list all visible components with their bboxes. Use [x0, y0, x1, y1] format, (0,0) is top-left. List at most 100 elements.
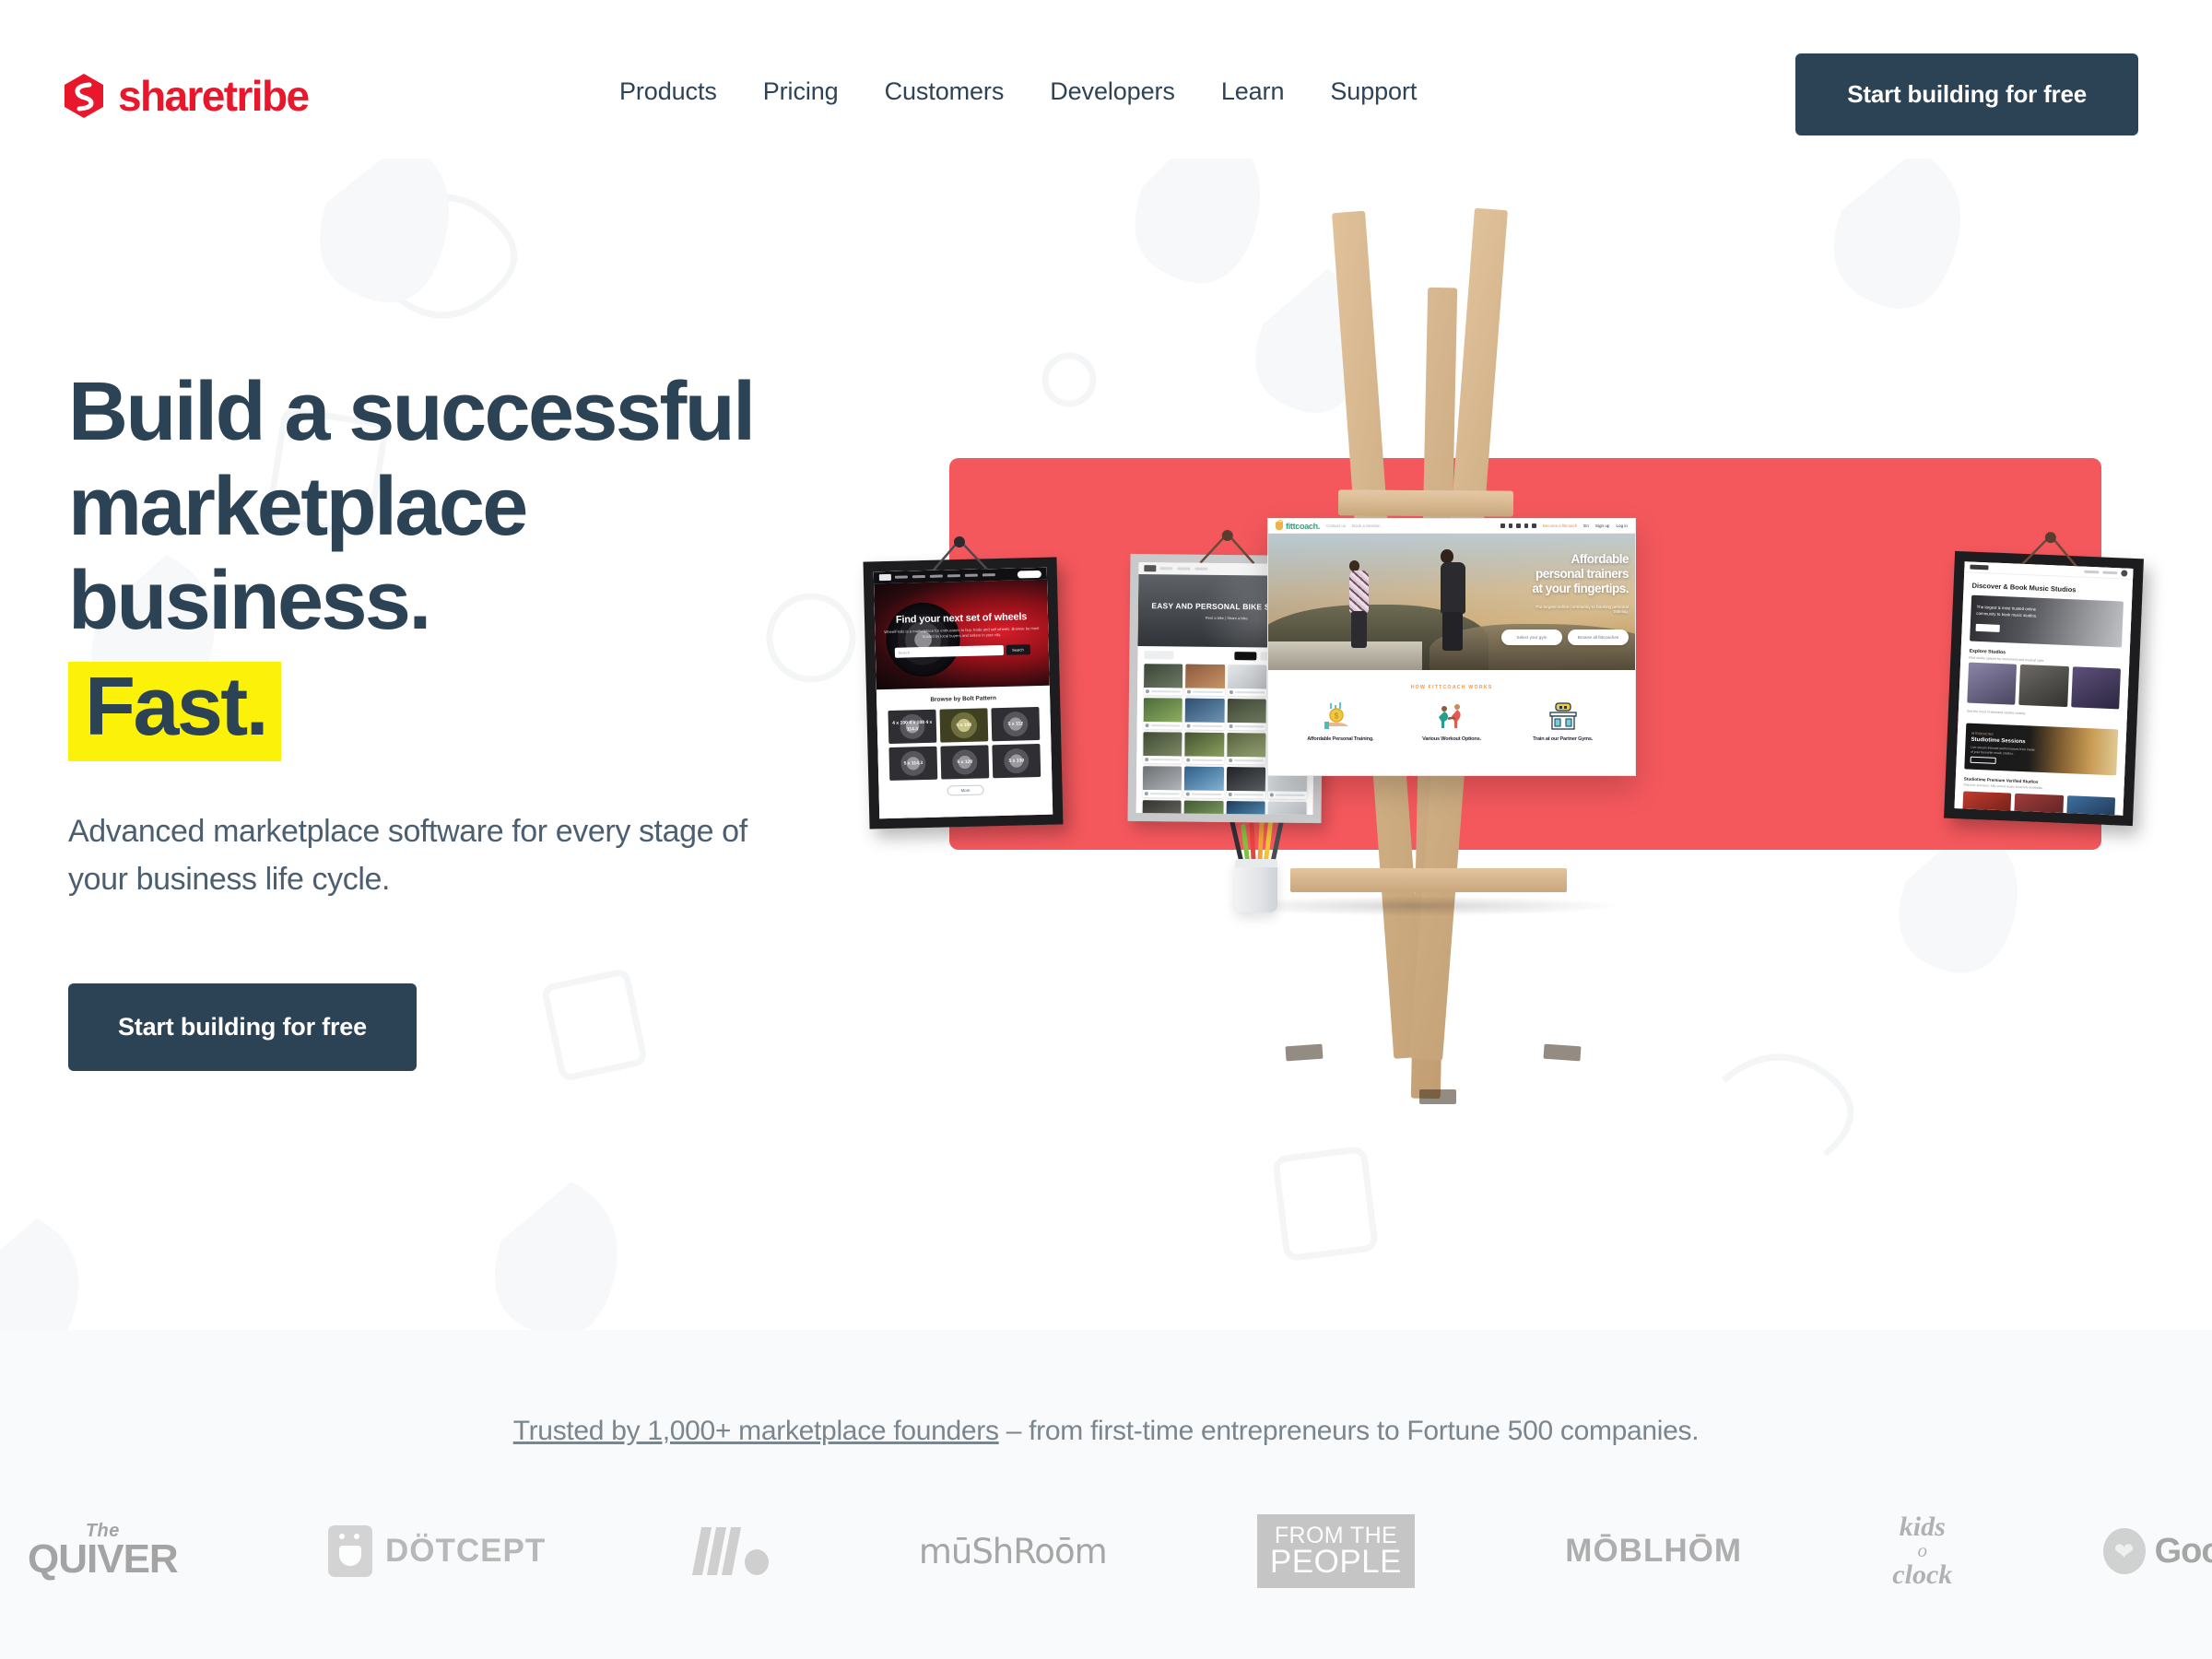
bike-listing-card[interactable]	[1184, 698, 1225, 730]
headline-line-1: Build a successful	[68, 366, 756, 458]
studios-hero-button[interactable]	[1975, 623, 2000, 632]
nav-item-learn[interactable]: Learn	[1221, 77, 1285, 106]
fittcoach-lang[interactable]: En	[1583, 524, 1589, 528]
bike-listing-card[interactable]	[1227, 665, 1267, 697]
hero-start-building-button[interactable]: Start building for free	[68, 982, 417, 1071]
studio-thumb[interactable]	[2070, 666, 2121, 710]
bolt-cell[interactable]: 5 x 100	[939, 708, 989, 743]
bike-listing-card[interactable]	[1183, 800, 1224, 815]
nav-item-products[interactable]: Products	[619, 77, 717, 106]
bolt-cell[interactable]: 5 x 130	[992, 743, 1041, 779]
fittcoach-login[interactable]: Log in	[1616, 524, 1628, 528]
linkedin-icon[interactable]	[1516, 524, 1521, 528]
frame-hook-icon	[1199, 530, 1255, 565]
bike-listing-card[interactable]	[1142, 800, 1182, 815]
runner-man	[1441, 549, 1466, 652]
bike-listing-card[interactable]	[1142, 766, 1182, 798]
feature-label: Various Workout Options.	[1422, 736, 1481, 742]
frame-hook-icon	[2021, 532, 2077, 568]
dotcept-mark-icon	[328, 1525, 372, 1577]
feature-label: Affordable Personal Training.	[1307, 736, 1374, 742]
bolt-cell[interactable]: 5 x 112	[991, 706, 1041, 742]
studios-hero-banner: The largest & most trusted online commun…	[1970, 594, 2124, 648]
studio-thumb[interactable]	[2018, 664, 2069, 708]
social-icons	[1500, 524, 1536, 528]
main-nav: Products Pricing Customers Developers Le…	[619, 77, 1417, 106]
trusted-by-rest: – from first-time entrepreneurs to Fortu…	[998, 1416, 1700, 1446]
fittcoach-how-it-works: HOW FITTCOACH WORKS $ Affordable Persona…	[1268, 670, 1635, 751]
headline-line-3: business.	[68, 555, 431, 648]
bike-listing-card[interactable]	[1226, 733, 1266, 765]
bike-listing-card[interactable]	[1143, 732, 1182, 764]
easel-right-foot	[1543, 1043, 1582, 1062]
bike-listing-card[interactable]	[1185, 664, 1225, 696]
nav-item-developers[interactable]: Developers	[1050, 77, 1175, 106]
fittcoach-nav-book[interactable]: Book a Session	[1352, 524, 1381, 528]
bike-listing-card[interactable]	[1184, 732, 1224, 764]
wheels-more-button[interactable]: More	[947, 784, 984, 796]
nav-item-pricing[interactable]: Pricing	[763, 77, 839, 106]
logo-quiver: The QUIVER	[28, 1510, 179, 1593]
studios-explore-note: See the most in-demand studios nearby.	[1966, 709, 2027, 716]
gym-building-icon	[1514, 702, 1612, 730]
bike-listing-card[interactable]	[1143, 698, 1183, 730]
studio-thumb[interactable]	[1967, 662, 2018, 705]
studio-premium-thumb[interactable]	[2065, 795, 2116, 816]
site-header: sharetribe Products Pricing Customers De…	[0, 0, 2212, 159]
fittcoach-hero-sub: The largest online community to booking …	[1535, 604, 1629, 614]
easel-floor-shadow	[1217, 896, 1622, 916]
nav-item-support[interactable]: Support	[1330, 77, 1417, 106]
wheels-hero-title: Find your next set of wheels	[895, 610, 1028, 626]
pinterest-icon[interactable]	[1524, 524, 1529, 528]
fittcoach-wordmark: fittcoach.	[1286, 521, 1321, 531]
goodwill-word: Goodwill	[2154, 1531, 2212, 1571]
studio-premium-thumb[interactable]	[2014, 793, 2064, 816]
bolt-cell[interactable]: 5 x 120	[940, 745, 990, 780]
bike-listing-card[interactable]	[1225, 801, 1265, 815]
studio-premium-thumb[interactable]	[1962, 791, 2012, 816]
facebook-icon[interactable]	[1500, 524, 1505, 528]
fittcoach-hero-line2: personal trainers	[1535, 567, 1630, 582]
pencil-jar	[1235, 859, 1277, 912]
bike-listing-card[interactable]	[1267, 801, 1307, 815]
fittcoach-select-gym-button[interactable]: Select your gym	[1501, 629, 1562, 645]
hero-section: Build a successful marketplace business.…	[0, 159, 2212, 1331]
instagram-icon[interactable]	[1532, 524, 1536, 528]
nav-item-customers[interactable]: Customers	[885, 77, 1005, 106]
logo-dotcept: DÖTCEPT	[328, 1510, 546, 1593]
studios-band-kicker: INTRODUCING	[1971, 731, 1994, 736]
trusted-by-text: Trusted by 1,000+ marketplace founders –…	[0, 1330, 2212, 1447]
bike-listing-card[interactable]	[1184, 766, 1224, 798]
sharetribe-logo[interactable]: sharetribe	[65, 74, 310, 118]
bike-listing-card[interactable]	[1227, 699, 1266, 731]
hero-copy: Build a successful marketplace business.…	[68, 365, 898, 1071]
customer-logo-strip: The QUIVER DÖTCEPT mūShRoōm FROM THE PEO…	[0, 1510, 2212, 1593]
trusted-by-section: Trusted by 1,000+ marketplace founders –…	[0, 1330, 2212, 1659]
wheels-search-button[interactable]: Search	[1006, 644, 1030, 656]
wheels-marketplace-mockup: Find your next set of wheels WheelFinds …	[873, 567, 1053, 819]
people-row2: PEOPLE	[1269, 1544, 1402, 1581]
trusted-by-link[interactable]: Trusted by 1,000+ marketplace founders	[513, 1416, 999, 1446]
wheels-section-title: Browse by Bolt Pattern	[930, 695, 996, 703]
frame-hook-icon	[932, 536, 988, 571]
feature-label: Train at our Partner Gyms.	[1533, 736, 1594, 742]
wavemaker-mark-icon	[691, 1527, 769, 1575]
wheels-search-input[interactable]: Search	[898, 651, 910, 655]
studios-band-button[interactable]	[1970, 756, 1996, 764]
exercising-people-icon	[1403, 702, 1500, 730]
fittcoach-signup[interactable]: Sign up	[1595, 524, 1610, 528]
fittcoach-nav-contact[interactable]: Contact us	[1326, 524, 1346, 528]
hero-subheading: Advanced marketplace software for every …	[68, 813, 747, 898]
dotcept-word: DÖTCEPT	[385, 1533, 547, 1569]
fittcoach-browse-button[interactable]: Browse all fittcoaches	[1568, 629, 1629, 645]
bike-listing-card[interactable]	[1143, 664, 1183, 696]
fittcoach-kettlebell-icon	[1276, 519, 1284, 530]
kids-line2: o	[1917, 1539, 1928, 1562]
bike-listing-card[interactable]	[1226, 767, 1265, 799]
fittcoach-hero-line3: at your fingertips.	[1532, 582, 1629, 596]
studios-gallery	[1959, 662, 2129, 710]
twitter-icon[interactable]	[1508, 524, 1513, 528]
fittcoach-become-link[interactable]: Become a fittcoach	[1543, 524, 1577, 528]
header-start-building-button[interactable]: Start building for free	[1795, 53, 2138, 135]
kids-line1: kids	[1899, 1511, 1946, 1542]
